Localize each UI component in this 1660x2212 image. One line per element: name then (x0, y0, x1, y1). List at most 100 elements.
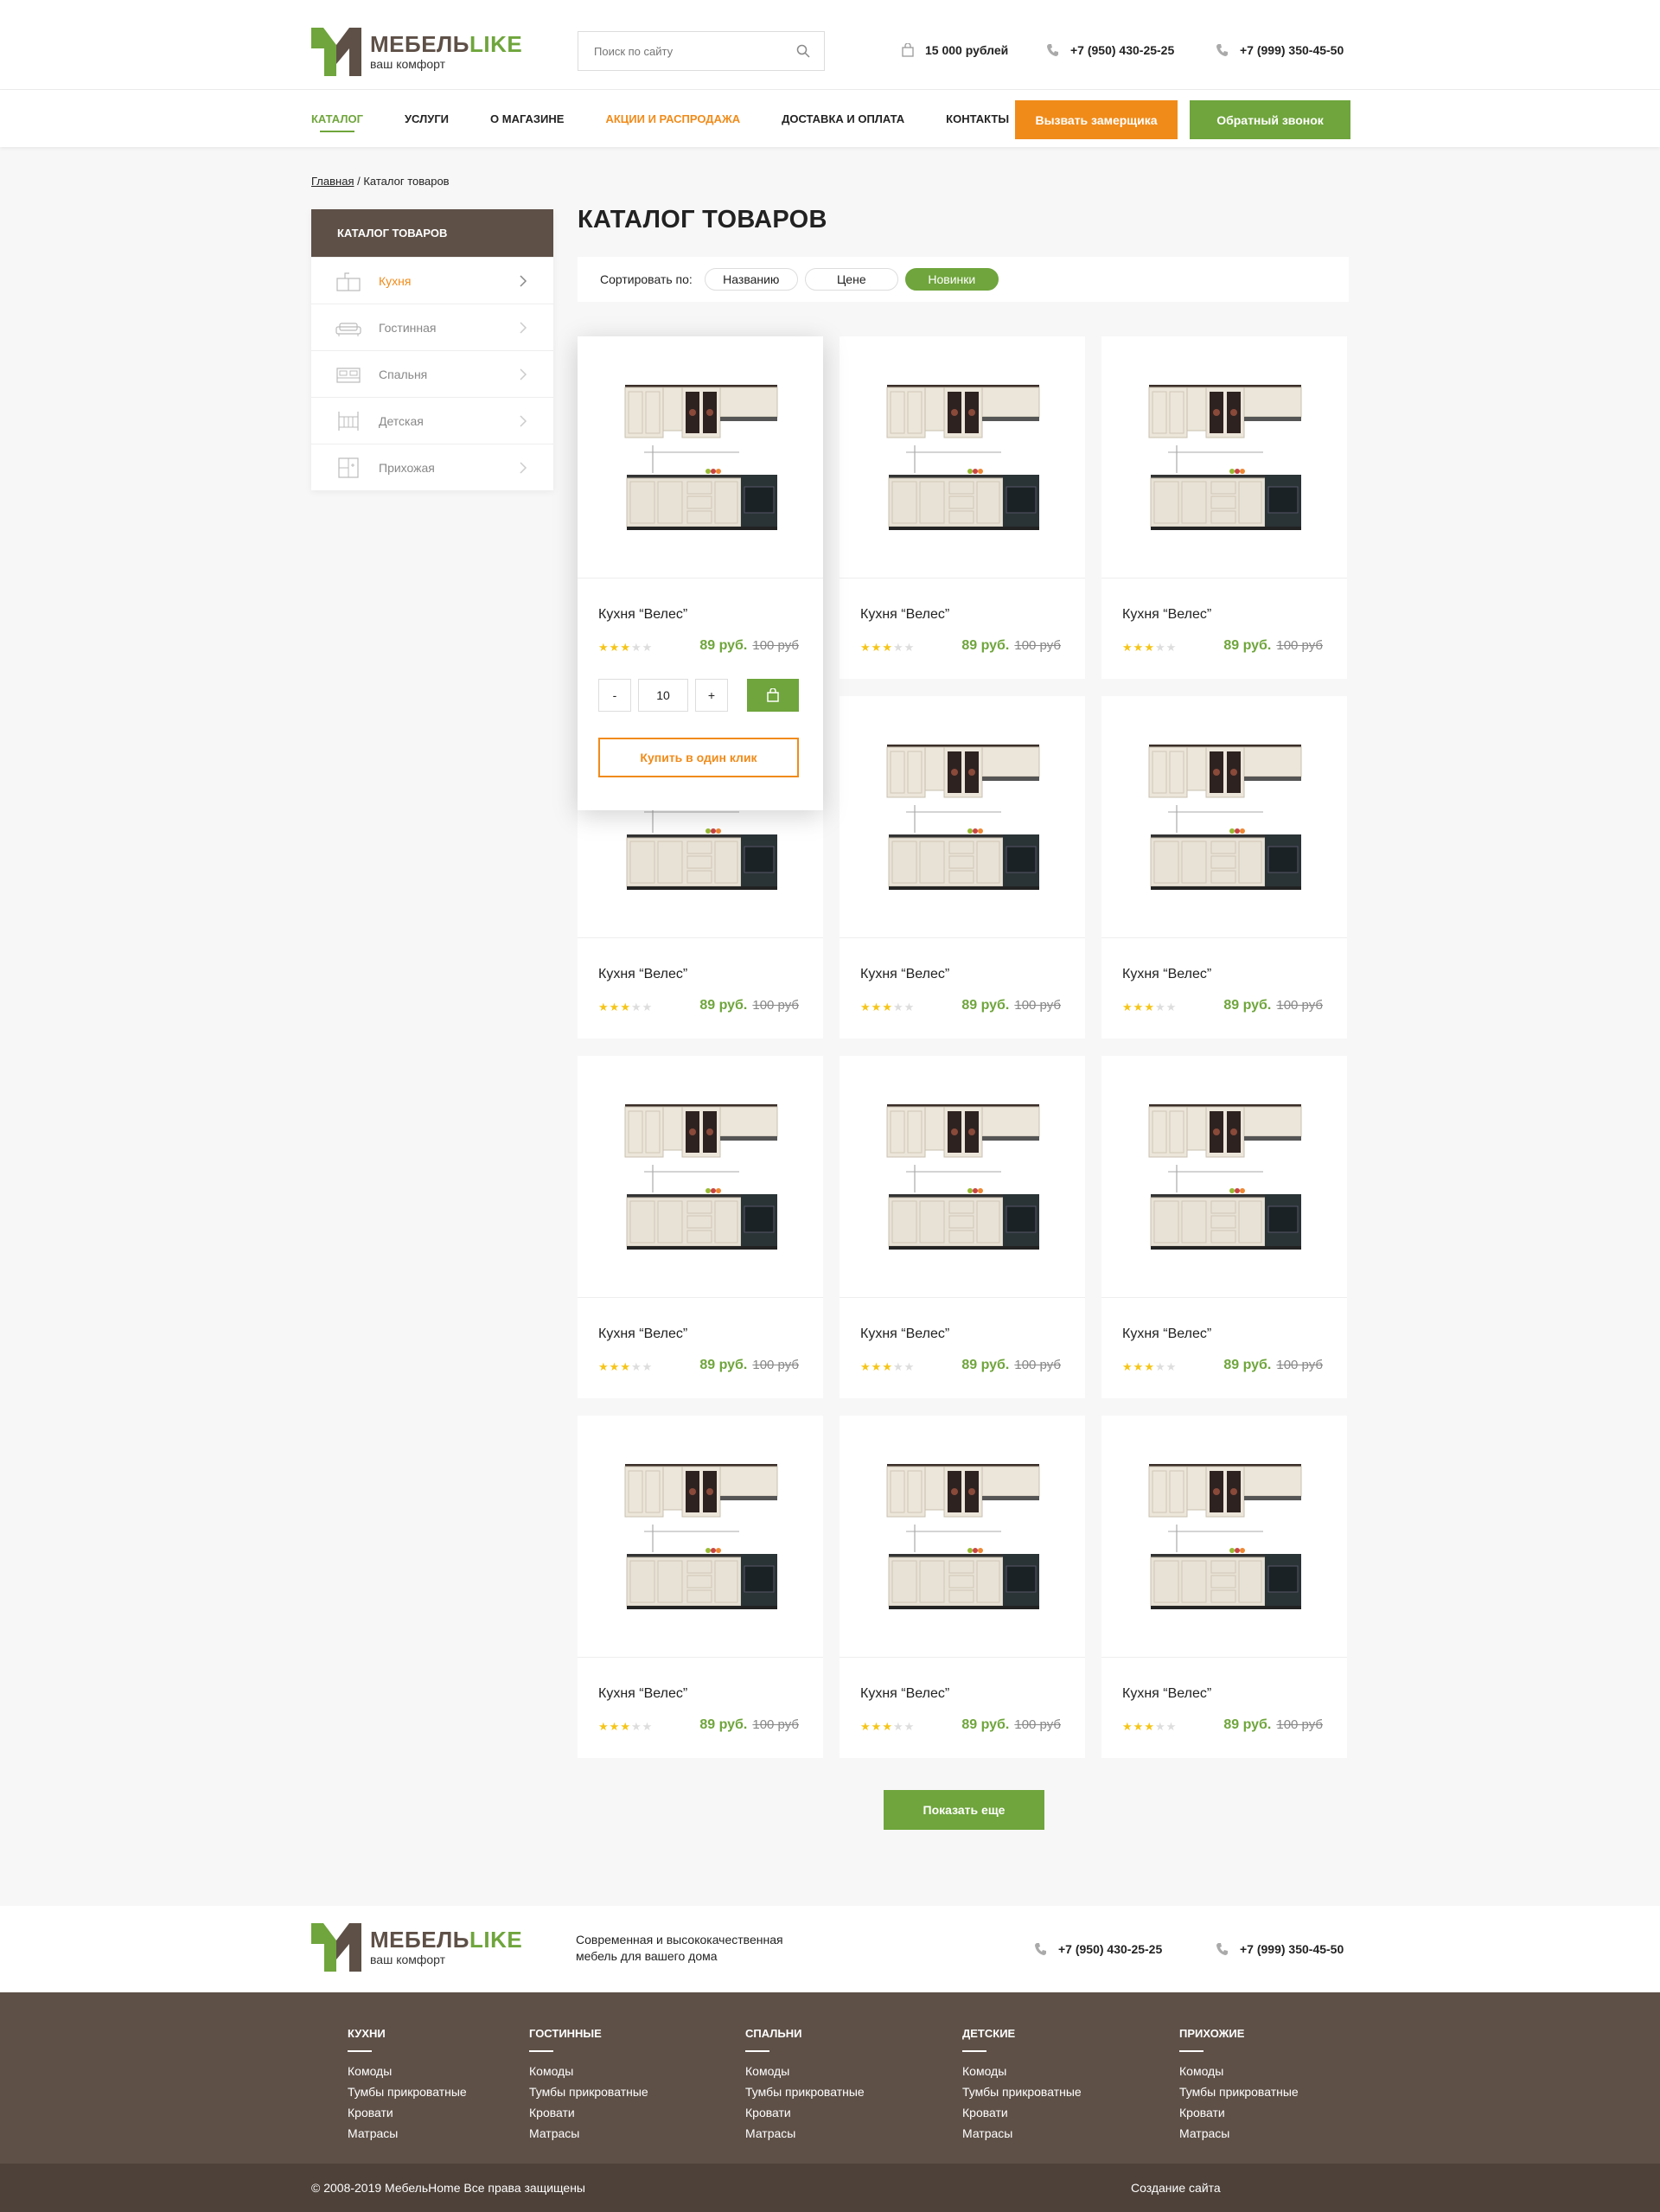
footer-link[interactable]: Матрасы (1179, 2126, 1299, 2140)
sidebar-item-kitchen[interactable]: Кухня (311, 257, 553, 304)
footer-logo[interactable]: МЕБЕЛЬLIKE ваш комфорт (311, 1920, 522, 1973)
product-image[interactable] (578, 336, 823, 579)
product-price: 89 руб. 100 руб (1223, 998, 1323, 1013)
footer-link[interactable]: Матрасы (745, 2126, 865, 2140)
search-icon[interactable] (796, 44, 810, 58)
product-price: 89 руб. 100 руб (1223, 638, 1323, 654)
product-image[interactable] (840, 1056, 1085, 1298)
product-name[interactable]: Кухня “Велес” (860, 1327, 949, 1342)
product-card[interactable]: Кухня “Велес” ★★★★★ 89 руб. 100 руб (1101, 336, 1347, 679)
qty-plus-button[interactable]: + (695, 679, 728, 712)
site-credit-link[interactable]: Создание сайта (1131, 2181, 1221, 2195)
callback-button[interactable]: Обратный звонок (1190, 100, 1350, 139)
product-card[interactable]: Кухня “Велес” ★★★★★ 89 руб. 100 руб (840, 1056, 1085, 1398)
footer-link[interactable]: Тумбы прикроватные (962, 2085, 1082, 2099)
product-name[interactable]: Кухня “Велес” (1122, 967, 1211, 982)
qty-input[interactable]: 10 (638, 679, 688, 712)
product-image[interactable] (840, 1416, 1085, 1658)
footer-link[interactable]: Комоды (962, 2064, 1082, 2078)
product-card-hovered[interactable]: Кухня “Велес” ★★★★★ 89 руб. 100 руб -10 +… (578, 336, 823, 810)
sidebar-item-living[interactable]: Гостинная (311, 304, 553, 350)
star-empty-icon: ★ (642, 1001, 654, 1013)
product-name[interactable]: Кухня “Велес” (1122, 1327, 1211, 1342)
sort-by-price[interactable]: Цене (804, 268, 898, 291)
footer-link[interactable]: Комоды (745, 2064, 865, 2078)
footer-link[interactable]: Комоды (348, 2064, 467, 2078)
cart-summary[interactable]: 15 000 рублей (901, 43, 1008, 57)
nav-delivery[interactable]: Доставка и оплата (782, 95, 904, 143)
product-name[interactable]: Кухня “Велес” (598, 967, 687, 982)
footer-link[interactable]: Кровати (529, 2106, 648, 2119)
footer-phone-2[interactable]: +7 (999) 350-45-50 (1216, 1942, 1344, 1956)
header-phone-1[interactable]: +7 (950) 430-25-25 (1046, 43, 1174, 57)
sidebar-item-bedroom[interactable]: Спальня (311, 350, 553, 397)
product-image[interactable] (1101, 1056, 1347, 1298)
product-image[interactable] (1101, 696, 1347, 938)
show-more-button[interactable]: Показать еще (884, 1790, 1044, 1830)
nav-catalog[interactable]: Каталог (311, 95, 363, 143)
footer-link[interactable]: Кровати (348, 2106, 467, 2119)
sort-by-new[interactable]: Новинки (904, 268, 999, 291)
product-name[interactable]: Кухня “Велес” (598, 1686, 687, 1702)
product-name[interactable]: Кухня “Велес” (860, 1686, 949, 1702)
star-empty-icon: ★ (1165, 1360, 1178, 1373)
nav-contacts[interactable]: Контакты (946, 95, 1009, 143)
footer-link[interactable]: Тумбы прикроватные (529, 2085, 648, 2099)
product-image[interactable] (840, 336, 1085, 579)
product-image[interactable] (1101, 1416, 1347, 1658)
nav-sale[interactable]: Акции и распродажа (605, 95, 740, 143)
footer-link[interactable]: Кровати (745, 2106, 865, 2119)
footer-about-text: Современная и высококачественная мебель … (576, 1933, 783, 1963)
footer-link[interactable]: Тумбы прикроватные (745, 2085, 865, 2099)
footer-column-title[interactable]: Детские (962, 2027, 1082, 2052)
product-card[interactable]: Кухня “Велес” ★★★★★ 89 руб. 100 руб (1101, 1056, 1347, 1398)
product-name[interactable]: Кухня “Велес” (860, 607, 949, 623)
nav-services[interactable]: Услуги (405, 95, 449, 143)
sidebar-item-hallway[interactable]: Прихожая (311, 444, 553, 490)
footer-column-title[interactable]: Кухни (348, 2027, 467, 2052)
product-card[interactable]: Кухня “Велес” ★★★★★ 89 руб. 100 руб (1101, 1416, 1347, 1758)
call-measurer-button[interactable]: Вызвать замерщика (1015, 100, 1178, 139)
product-name[interactable]: Кухня “Велес” (860, 967, 949, 982)
buy-one-click-button[interactable]: Купить в один клик (598, 738, 799, 777)
star-filled-icon: ★ (598, 1720, 610, 1733)
sort-by-name[interactable]: Названию (704, 268, 798, 291)
product-card[interactable]: Кухня “Велес” ★★★★★ 89 руб. 100 руб (840, 336, 1085, 679)
footer-column-title[interactable]: Гостинные (529, 2027, 648, 2052)
breadcrumb-home[interactable]: Главная (311, 175, 354, 188)
footer-link[interactable]: Комоды (529, 2064, 648, 2078)
footer-phone-1[interactable]: +7 (950) 430-25-25 (1034, 1942, 1162, 1956)
footer-link[interactable]: Матрасы (348, 2126, 467, 2140)
footer-link[interactable]: Кровати (962, 2106, 1082, 2119)
footer-link[interactable]: Тумбы прикроватные (348, 2085, 467, 2099)
qty-minus-button[interactable]: - (598, 679, 631, 712)
nav-about[interactable]: О магазине (490, 95, 564, 143)
product-card[interactable]: Кухня “Велес” ★★★★★ 89 руб. 100 руб (578, 1416, 823, 1758)
product-card[interactable]: Кухня “Велес” ★★★★★ 89 руб. 100 руб (1101, 696, 1347, 1039)
footer-link[interactable]: Тумбы прикроватные (1179, 2085, 1299, 2099)
product-name[interactable]: Кухня “Велес” (598, 607, 687, 623)
price-current: 89 руб. (1223, 638, 1272, 653)
product-image[interactable] (578, 1056, 823, 1298)
sidebar-item-kids[interactable]: Детская (311, 397, 553, 444)
product-image[interactable] (840, 696, 1085, 938)
product-card[interactable]: Кухня “Велес” ★★★★★ 89 руб. 100 руб (578, 1056, 823, 1398)
search-input[interactable] (578, 32, 777, 70)
product-name[interactable]: Кухня “Велес” (1122, 607, 1211, 623)
footer-link[interactable]: Матрасы (962, 2126, 1082, 2140)
logo[interactable]: МЕБЕЛЬLIKE ваш комфорт (311, 24, 522, 78)
footer-link[interactable]: Матрасы (529, 2126, 648, 2140)
header-phone-2[interactable]: +7 (999) 350-45-50 (1216, 43, 1344, 57)
product-image[interactable] (1101, 336, 1347, 579)
product-image[interactable] (578, 1416, 823, 1658)
footer-link[interactable]: Кровати (1179, 2106, 1299, 2119)
price-current: 89 руб. (961, 998, 1010, 1013)
footer-link[interactable]: Комоды (1179, 2064, 1299, 2078)
product-card[interactable]: Кухня “Велес” ★★★★★ 89 руб. 100 руб (840, 696, 1085, 1039)
product-name[interactable]: Кухня “Велес” (598, 1327, 687, 1342)
product-name[interactable]: Кухня “Велес” (1122, 1686, 1211, 1702)
footer-column-title[interactable]: Спальни (745, 2027, 865, 2052)
footer-column-title[interactable]: Прихожие (1179, 2027, 1299, 2052)
add-to-cart-button[interactable] (747, 679, 799, 712)
product-card[interactable]: Кухня “Велес” ★★★★★ 89 руб. 100 руб (840, 1416, 1085, 1758)
